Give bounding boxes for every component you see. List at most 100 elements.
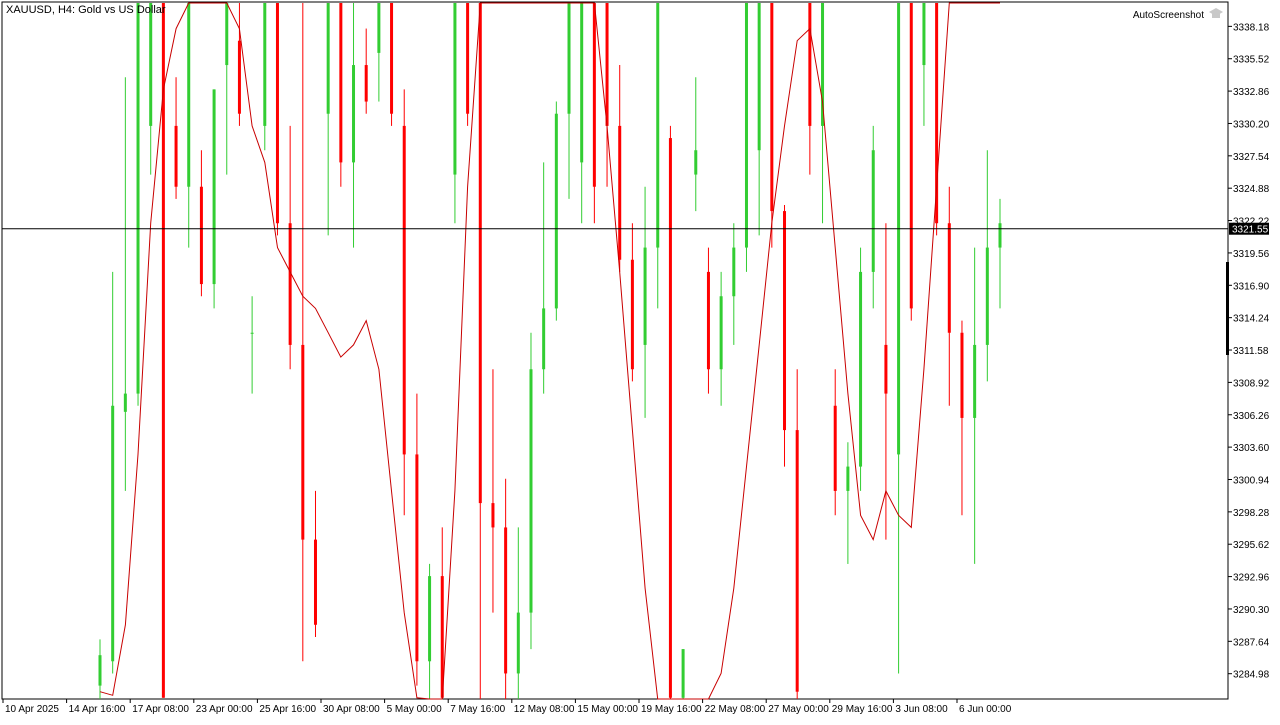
candle <box>275 3 279 236</box>
candle-body <box>326 3 330 114</box>
price-chart[interactable]: XAUUSD, H4: Gold vs US Dollar AutoScreen… <box>0 0 1280 720</box>
y-tick-label: 3311.58 <box>1233 346 1269 357</box>
candle-body <box>871 150 875 272</box>
candle-body <box>390 3 394 114</box>
y-tick-label: 3335.52 <box>1233 55 1270 66</box>
candle <box>529 332 533 650</box>
candle <box>339 3 343 187</box>
x-tick-label: 10 Apr 2025 <box>5 704 59 715</box>
candle-body <box>187 3 191 187</box>
candle-body <box>136 3 140 394</box>
candle-body <box>947 223 951 333</box>
candle-body <box>352 65 356 163</box>
candle-body <box>554 113 558 309</box>
candle-body <box>757 3 761 151</box>
candle-body <box>795 430 799 692</box>
candle-body <box>846 466 850 491</box>
candle-body <box>123 393 127 412</box>
candle-body <box>288 223 292 345</box>
x-tick-label: 6 Jun 00:00 <box>959 704 1012 715</box>
y-tick-label: 3327.54 <box>1233 152 1270 163</box>
candle-body <box>415 454 419 662</box>
candle-body <box>592 3 596 187</box>
candle <box>554 101 558 321</box>
x-tick-label: 15 May 00:00 <box>577 704 638 715</box>
candle <box>859 247 863 491</box>
candle-body <box>339 3 343 163</box>
candle-body <box>960 332 964 418</box>
x-tick-label: 30 Apr 08:00 <box>323 704 380 715</box>
candle-body <box>808 3 812 126</box>
x-tick-label: 25 Apr 16:00 <box>259 704 316 715</box>
y-tick-label: 3292.96 <box>1233 573 1270 584</box>
candle-body <box>783 211 787 431</box>
candle-body <box>884 344 888 394</box>
candle-body <box>161 3 165 698</box>
y-tick-label: 3324.88 <box>1233 184 1270 195</box>
x-tick-label: 12 May 08:00 <box>514 704 575 715</box>
candle <box>783 204 787 467</box>
candle <box>402 89 406 516</box>
candle-body <box>580 3 584 163</box>
candle-body <box>263 3 267 126</box>
y-axis: 3338.18 3335.52 3332.86 3330.20 3327.54 3324.… <box>1228 22 1270 681</box>
candle-body <box>250 332 254 334</box>
candle-body <box>402 125 406 455</box>
current-price-label: 3321.55 <box>1232 225 1269 236</box>
candle-body <box>428 576 432 662</box>
y-tick-label: 3290.30 <box>1233 605 1270 616</box>
candle-body <box>377 3 381 53</box>
candle-body <box>630 259 634 370</box>
x-tick-label: 27 May 00:00 <box>768 704 829 715</box>
scroll-indicator[interactable] <box>1226 262 1229 355</box>
candle-body <box>719 296 723 370</box>
y-tick-label: 3332.86 <box>1233 87 1270 98</box>
candle-body <box>313 539 317 625</box>
x-tick-label: 17 Apr 08:00 <box>132 704 189 715</box>
candle-body <box>922 3 926 66</box>
candle <box>466 3 470 126</box>
candle-body <box>478 3 482 504</box>
candle-body <box>504 527 508 674</box>
candle-body <box>681 649 685 698</box>
x-tick-label: 22 May 08:00 <box>705 704 766 715</box>
chart-window[interactable]: XAUUSD, H4: Gold vs US Dollar AutoScreen… <box>0 0 1280 720</box>
candle-body <box>732 247 736 297</box>
candle-body <box>111 405 115 662</box>
candle-body <box>364 65 368 102</box>
x-tick-label: 7 May 16:00 <box>450 704 505 715</box>
y-tick-label: 3287.64 <box>1233 637 1270 648</box>
candle-body <box>973 344 977 418</box>
candle <box>212 89 216 309</box>
plot-area[interactable] <box>1 1 1229 700</box>
candle <box>770 3 774 248</box>
candle-body <box>668 138 672 698</box>
x-tick-label: 23 Apr 00:00 <box>196 704 253 715</box>
x-tick-label: 14 Apr 16:00 <box>69 704 126 715</box>
candle-body <box>542 308 546 370</box>
candle-body <box>301 344 305 540</box>
y-tick-label: 3330.20 <box>1233 119 1270 130</box>
candle-body <box>453 3 457 175</box>
candle <box>136 3 140 406</box>
candle <box>909 3 913 321</box>
candle-body <box>491 503 495 528</box>
candle-body <box>529 369 533 613</box>
candle-body <box>618 125 622 260</box>
candle-body <box>706 271 710 370</box>
candle-body <box>212 89 216 285</box>
candle-body <box>466 3 470 114</box>
candle-body <box>998 223 1002 248</box>
symbol-title: XAUUSD, H4: Gold vs US Dollar <box>6 4 166 16</box>
y-tick-label: 3338.18 <box>1233 22 1270 33</box>
candle-body <box>656 3 660 248</box>
candle <box>390 3 394 126</box>
candle-body <box>770 3 774 212</box>
y-tick-label: 3316.90 <box>1233 281 1270 292</box>
candle-body <box>985 247 989 345</box>
autoscreenshot-label: AutoScreenshot <box>1133 10 1204 21</box>
candle-body <box>744 3 748 248</box>
candle <box>161 3 165 698</box>
y-tick-label: 3298.28 <box>1233 508 1270 519</box>
y-tick-label: 3284.98 <box>1233 670 1270 681</box>
